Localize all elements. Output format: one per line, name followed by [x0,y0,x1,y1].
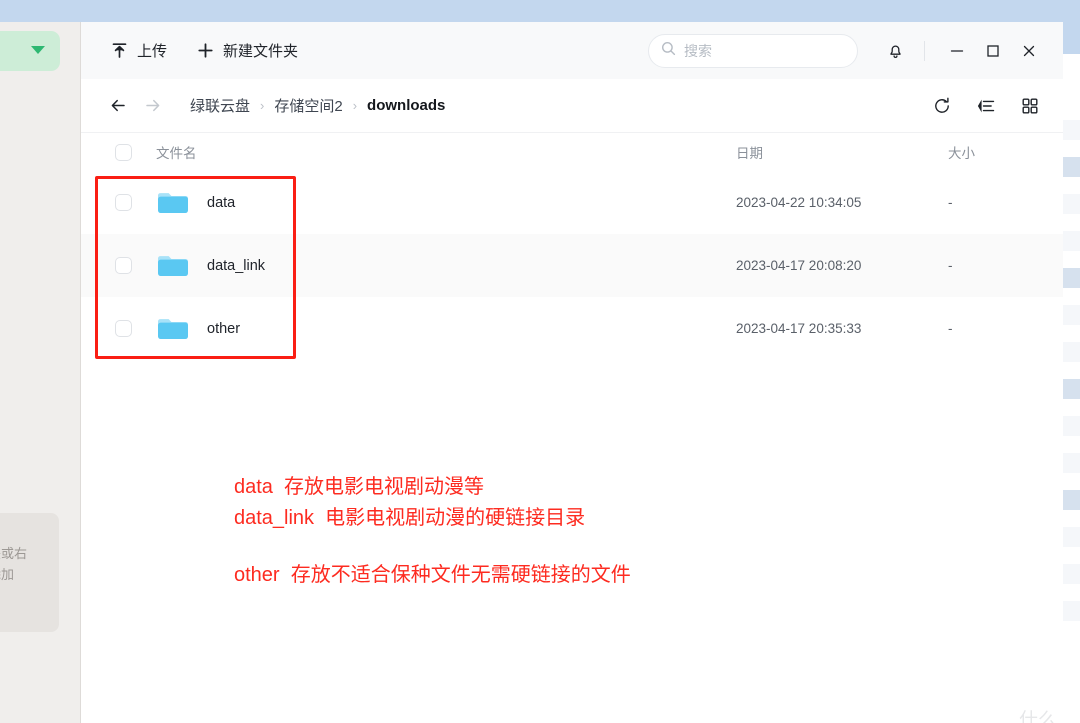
sort-list-icon [977,99,995,112]
minimize-icon [950,49,964,52]
search-box[interactable] [648,33,858,68]
background-right-rows [1063,120,1080,723]
upload-button-label: 上传 [137,43,168,60]
minimize-button[interactable] [939,36,975,66]
arrow-left-icon [111,99,125,112]
close-icon [1023,45,1035,56]
breadcrumb-item-1[interactable]: 存储空间2 [271,93,345,118]
file-size: - [948,258,953,273]
folder-icon [156,189,190,217]
select-all-checkbox[interactable] [115,143,132,161]
plus-icon [197,42,214,59]
back-button[interactable] [103,91,133,121]
background-green-pill [0,31,60,71]
upload-button[interactable]: 上传 [103,34,175,67]
file-name: other [207,320,241,337]
column-header-name[interactable]: 文件名 [132,142,736,162]
bell-icon [889,45,901,58]
folder-icon [156,315,190,343]
row-checkbox[interactable] [115,320,132,337]
search-input[interactable] [684,42,845,59]
maximize-button[interactable] [975,36,1011,66]
window-titlebar: 上传 新建文件夹 [81,22,1063,79]
search-icon [661,41,676,61]
breadcrumb-separator: › [352,98,358,113]
file-date: 2023-04-17 20:35:33 [736,321,862,336]
grid-view-icon [1022,98,1038,113]
arrow-right-icon [145,99,159,112]
table-row[interactable]: other 2023-04-17 20:35:33 - [81,297,1063,360]
sort-button[interactable] [969,91,1003,121]
file-name: data_link [207,257,266,274]
row-checkbox[interactable] [115,194,132,211]
close-button[interactable] [1011,36,1047,66]
desktop-top-strip [0,0,1080,22]
watermark: 值 什么值得买 [996,705,1063,723]
column-header-date[interactable]: 日期 [736,142,948,162]
breadcrumb-item-0[interactable]: 绿联云盘 [187,93,253,118]
breadcrumb-bar: 绿联云盘 › 存储空间2 › downloads [81,79,1063,133]
watermark-text: 什么值得买 [1019,710,1058,723]
row-name-cell: data [132,189,736,217]
breadcrumb: 绿联云盘 › 存储空间2 › downloads [187,93,448,118]
file-name: data [207,194,236,211]
notifications-button[interactable] [880,36,910,66]
column-header-size[interactable]: 大小 [948,142,1063,162]
row-name-cell: data_link [132,252,736,280]
file-manager-window: 上传 新建文件夹 搜索 绿联云盘 › 存储空间2 › downloads 文件名… [81,22,1063,723]
file-date: 2023-04-17 20:08:20 [736,258,862,273]
table-row[interactable]: data 2023-04-22 10:34:05 - [81,171,1063,234]
background-panel-text: 夹或右 添加 [0,546,28,582]
upload-icon [111,42,128,59]
titlebar-divider [924,40,925,61]
table-row[interactable]: data_link 2023-04-17 20:08:20 - [81,234,1063,297]
background-right-strip [1063,0,1080,54]
new-folder-button[interactable]: 新建文件夹 [189,34,306,67]
refresh-button[interactable] [925,91,959,121]
new-folder-button-label: 新建文件夹 [223,43,299,60]
folder-icon [156,252,190,280]
maximize-icon [987,44,999,57]
forward-button[interactable] [137,91,167,121]
file-date: 2023-04-22 10:34:05 [736,195,862,210]
refresh-icon [935,97,949,113]
row-name-cell: other [132,315,736,343]
breadcrumb-separator: › [260,98,265,113]
file-list: data 2023-04-22 10:34:05 - data_link 202… [81,171,1063,360]
row-checkbox[interactable] [115,257,132,274]
breadcrumb-item-2[interactable]: downloads [364,95,448,116]
table-header: 文件名 日期 大小 [81,133,1063,171]
file-size: - [948,195,953,210]
file-size: - [948,321,953,336]
view-mode-button[interactable] [1013,91,1047,121]
chevron-down-icon [31,46,45,54]
